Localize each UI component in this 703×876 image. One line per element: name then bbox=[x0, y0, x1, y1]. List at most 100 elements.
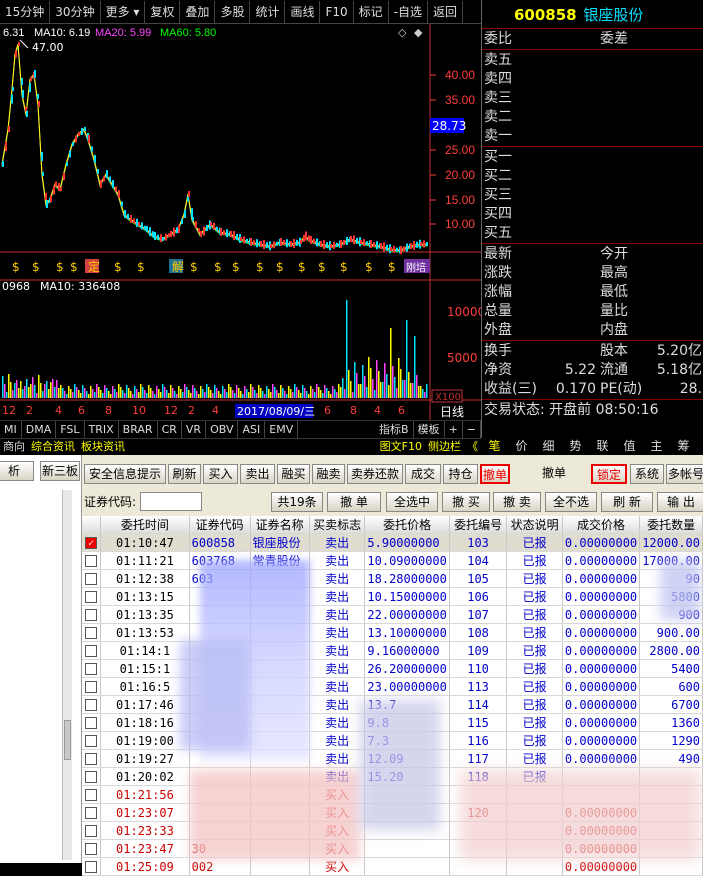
action-btn-5[interactable]: 全不选 bbox=[545, 492, 597, 512]
toolbar-tab-8[interactable]: F10 bbox=[320, 0, 354, 23]
table-row[interactable]: ✓ 01:10:47 600858 银座股份 卖出 5.90000000 103 已报 0.00… bbox=[82, 533, 703, 552]
checkbox[interactable] bbox=[85, 771, 98, 783]
row-checkbox[interactable] bbox=[82, 713, 102, 732]
left-scrollbar[interactable] bbox=[62, 490, 72, 860]
table-row[interactable]: 01:15:1 卖出 26.20000000 110 已报 0.00000000 5400 bbox=[82, 659, 703, 678]
left-scroll-thumb[interactable] bbox=[64, 720, 71, 760]
row-checkbox[interactable] bbox=[82, 569, 102, 588]
right-tab-5[interactable]: 值 bbox=[616, 438, 643, 455]
right-tab-2[interactable]: 细 bbox=[535, 438, 562, 455]
toolbar-btn-0[interactable]: 安全信息提示 bbox=[84, 464, 166, 484]
table-row[interactable]: 01:13:15卖出10.15000000106已报0.000000005800 bbox=[82, 587, 703, 606]
checkbox[interactable] bbox=[85, 609, 98, 621]
col-header-6[interactable]: 状态说明 bbox=[506, 516, 563, 534]
col-header-8[interactable]: 委托数量 bbox=[639, 516, 703, 534]
checkbox[interactable] bbox=[85, 681, 98, 693]
col-header-0[interactable]: 委托时间 bbox=[100, 516, 190, 534]
checkbox[interactable] bbox=[85, 735, 98, 747]
indicator-tab-8[interactable]: ASI bbox=[238, 421, 266, 438]
action-btn-7[interactable]: 输 出 bbox=[657, 492, 703, 512]
checkbox[interactable] bbox=[85, 591, 98, 603]
row-checkbox[interactable] bbox=[82, 641, 102, 660]
checkbox[interactable] bbox=[85, 627, 98, 639]
row-checkbox[interactable] bbox=[82, 587, 102, 606]
checkbox[interactable] bbox=[85, 573, 98, 585]
row-checkbox[interactable] bbox=[82, 821, 102, 840]
indicator-tab-12[interactable]: + bbox=[445, 421, 463, 438]
table-row[interactable]: 01:13:53 卖出 13.10000000 108 已报 0.00000000 900.… bbox=[82, 623, 703, 642]
toolbar-tab-11[interactable]: 返回 bbox=[428, 0, 464, 23]
checkbox[interactable] bbox=[85, 825, 98, 837]
row-checkbox[interactable] bbox=[82, 785, 102, 804]
toolbar-tab-4[interactable]: 叠加 bbox=[180, 0, 216, 23]
checkbox[interactable] bbox=[85, 699, 98, 711]
action-btn-2[interactable]: 全选中 bbox=[386, 492, 438, 512]
toolbar-btn-4[interactable]: 融买 bbox=[277, 464, 310, 484]
bottom-tab-5[interactable]: 《 bbox=[464, 439, 481, 455]
toolbar-btn-9[interactable]: 撤单 bbox=[480, 464, 510, 484]
indicator-tab-13[interactable]: − bbox=[463, 421, 481, 438]
toolbar-tab-3[interactable]: 复权 bbox=[145, 0, 181, 23]
bottom-tab-1[interactable]: 综合资讯 bbox=[28, 439, 78, 455]
row-checkbox[interactable] bbox=[82, 551, 102, 570]
table-row[interactable]: 01:25:09 002 买入 0.00000000 bbox=[82, 857, 703, 876]
row-checkbox[interactable] bbox=[82, 731, 102, 750]
col-header-5[interactable]: 委托编号 bbox=[449, 516, 508, 534]
table-row[interactable]: 01:13:35卖出22.00000000107已报0.00000000900 bbox=[82, 605, 703, 624]
table-row[interactable]: 01:12:38603卖出18.28000000105已报0.000000009… bbox=[82, 569, 703, 588]
indicator-tab-0[interactable]: MI bbox=[0, 421, 22, 438]
indicator-tab-10[interactable]: 指标B bbox=[375, 421, 414, 438]
toolbar-btn-1[interactable]: 刷新 bbox=[168, 464, 201, 484]
action-btn-6[interactable]: 刷 新 bbox=[601, 492, 653, 512]
col-header-4[interactable]: 委托价格 bbox=[364, 516, 450, 534]
left-tab-newthird[interactable]: 新三板 bbox=[40, 461, 80, 481]
indicator-tab-4[interactable]: BRAR bbox=[119, 421, 158, 438]
action-btn-1[interactable]: 撤 单 bbox=[327, 492, 381, 512]
toolbar-tab-10[interactable]: -自选 bbox=[389, 0, 429, 23]
row-checkbox[interactable] bbox=[82, 857, 102, 876]
table-row[interactable]: 01:16:5 卖出 23.00000000 113 已报 0.00000000 600 bbox=[82, 677, 703, 696]
toolbar-btn-11[interactable]: 锁定 bbox=[591, 464, 627, 484]
indicator-tab-11[interactable]: 模板 bbox=[414, 421, 445, 438]
toolbar-tab-7[interactable]: 画线 bbox=[285, 0, 321, 23]
row-checkbox[interactable] bbox=[82, 695, 102, 714]
row-checkbox[interactable] bbox=[82, 749, 102, 768]
toolbar-btn-13[interactable]: 多帐号 bbox=[666, 464, 703, 484]
checkbox[interactable] bbox=[85, 843, 98, 855]
right-tab-6[interactable]: 主 bbox=[643, 438, 670, 455]
toolbar-btn-5[interactable]: 融卖 bbox=[312, 464, 345, 484]
right-tab-0[interactable]: 笔 bbox=[481, 438, 508, 455]
code-input[interactable] bbox=[140, 492, 202, 511]
toolbar-tab-5[interactable]: 多股 bbox=[215, 0, 251, 23]
left-tab-0[interactable]: 析 bbox=[0, 461, 34, 481]
checkbox[interactable] bbox=[85, 807, 98, 819]
table-row[interactable]: 01:11:21603768常青股份卖出10.09000000104已报0.00… bbox=[82, 551, 703, 570]
checkbox[interactable] bbox=[85, 645, 98, 657]
action-btn-4[interactable]: 撤 卖 bbox=[493, 492, 541, 512]
indicator-tab-2[interactable]: FSL bbox=[56, 421, 85, 438]
bottom-tab-3[interactable]: 图文F10 bbox=[377, 439, 425, 455]
row-checkbox[interactable] bbox=[82, 659, 102, 678]
row-checkbox[interactable]: ✓ bbox=[82, 533, 102, 552]
row-checkbox[interactable] bbox=[82, 623, 102, 642]
bottom-tab-0[interactable]: 商向 bbox=[0, 439, 28, 455]
toolbar-btn-10[interactable]: 撤单 bbox=[535, 464, 573, 484]
row-checkbox[interactable] bbox=[82, 839, 102, 858]
checkbox[interactable] bbox=[85, 789, 98, 801]
col-header-7[interactable]: 成交价格 bbox=[562, 516, 641, 534]
toolbar-btn-12[interactable]: 系统 bbox=[630, 464, 664, 484]
row-checkbox[interactable] bbox=[82, 677, 102, 696]
indicator-tab-9[interactable]: EMV bbox=[265, 421, 299, 438]
indicator-tab-5[interactable]: CR bbox=[158, 421, 182, 438]
toolbar-tab-0[interactable]: 15分钟 bbox=[0, 0, 51, 23]
checkbox[interactable] bbox=[85, 663, 98, 675]
right-tab-7[interactable]: 筹 bbox=[670, 438, 697, 455]
indicator-tab-3[interactable]: TRIX bbox=[85, 421, 119, 438]
toolbar-btn-3[interactable]: 卖出 bbox=[240, 464, 275, 484]
col-header-3[interactable]: 买卖标志 bbox=[309, 516, 366, 534]
toolbar-btn-6[interactable]: 卖券还款 bbox=[347, 464, 403, 484]
checkbox[interactable] bbox=[85, 753, 98, 765]
toolbar-btn-7[interactable]: 成交 bbox=[405, 464, 441, 484]
bottom-tab-4[interactable]: 侧边栏 bbox=[425, 439, 464, 455]
checkbox[interactable] bbox=[85, 717, 98, 729]
